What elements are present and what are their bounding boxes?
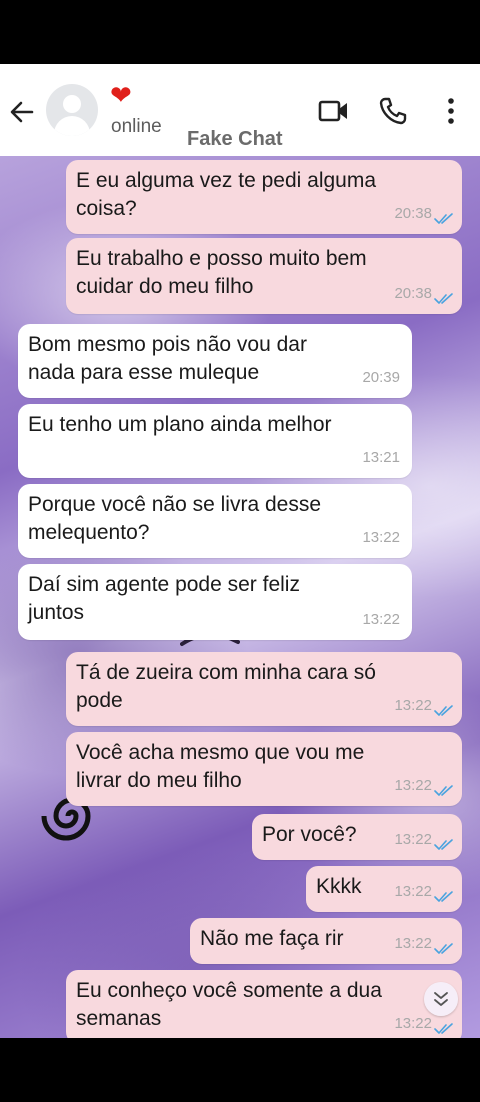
message-bubble-outgoing[interactable]: Você acha mesmo que vou me livrar do meu…	[66, 732, 462, 806]
contact-status: online	[111, 116, 162, 137]
message-bubble-incoming[interactable]: Bom mesmo pois não vou dar nada para ess…	[18, 324, 412, 398]
double-check-icon	[434, 293, 453, 304]
message-bubble-outgoing[interactable]: Por você? 13:22	[252, 814, 462, 860]
message-time: 20:38	[394, 205, 432, 222]
scroll-down-icon	[434, 992, 448, 1006]
message-bubble-incoming[interactable]: Eu tenho um plano ainda melhor 13:21	[18, 404, 412, 478]
back-arrow-icon	[10, 101, 34, 123]
message-bubble-incoming[interactable]: Daí sim agente pode ser feliz juntos 13:…	[18, 564, 412, 640]
double-check-icon	[434, 785, 453, 796]
video-call-icon	[318, 100, 347, 122]
message-time: 13:22	[362, 529, 400, 546]
message-text: Porque você não se livra desse melequent…	[28, 493, 322, 544]
chat-area[interactable]: E eu alguma vez te pedi alguma coisa? 20…	[0, 156, 480, 1038]
phone-icon	[379, 97, 407, 125]
message-time: 20:38	[394, 285, 432, 302]
message-text: Bom mesmo pois não vou dar nada para ess…	[28, 333, 307, 384]
avatar-body-shape	[54, 116, 90, 136]
app-title: Fake Chat	[187, 128, 283, 150]
message-text: Daí sim agente pode ser feliz juntos	[28, 573, 300, 624]
avatar[interactable]	[46, 84, 98, 136]
message-time: 13:22	[394, 935, 432, 952]
message-time: 20:39	[362, 369, 400, 386]
message-bubble-outgoing[interactable]: Tá de zueira com minha cara só pode 13:2…	[66, 652, 462, 726]
double-check-icon	[434, 705, 453, 716]
double-check-icon	[434, 213, 453, 224]
navigation-bar-area	[0, 1038, 480, 1102]
message-time: 13:22	[394, 883, 432, 900]
message-bubble-outgoing[interactable]: Kkkk 13:22	[306, 866, 462, 912]
status-bar-area	[0, 0, 480, 64]
message-time: 13:22	[394, 697, 432, 714]
heart-emoji: ❤	[110, 81, 132, 111]
voice-call-button[interactable]	[378, 96, 408, 126]
double-check-icon	[434, 943, 453, 954]
back-button[interactable]	[8, 98, 36, 126]
video-call-button[interactable]	[318, 98, 350, 124]
avatar-head-shape	[63, 95, 81, 113]
message-bubble-outgoing[interactable]: E eu alguma vez te pedi alguma coisa? 20…	[66, 160, 462, 234]
more-vert-icon	[448, 98, 454, 124]
double-check-icon	[434, 1023, 453, 1034]
message-time: 13:22	[362, 611, 400, 628]
message-time: 13:21	[362, 449, 400, 466]
message-bubble-incoming[interactable]: Porque você não se livra desse melequent…	[18, 484, 412, 558]
message-time: 13:22	[394, 831, 432, 848]
message-text: Eu tenho um plano ainda melhor	[28, 413, 332, 436]
double-check-icon	[434, 891, 453, 902]
message-bubble-outgoing[interactable]: Não me faça rir 13:22	[190, 918, 462, 964]
message-time: 13:22	[394, 777, 432, 794]
more-options-button[interactable]	[440, 96, 462, 126]
message-bubble-outgoing[interactable]: Eu conheço você somente a dua semanas 13…	[66, 970, 462, 1038]
chat-header: ❤ online Fake Chat	[0, 64, 480, 156]
scroll-to-bottom-button[interactable]	[424, 982, 458, 1016]
message-bubble-outgoing[interactable]: Eu trabalho e posso muito bem cuidar do …	[66, 238, 462, 314]
double-check-icon	[434, 839, 453, 850]
